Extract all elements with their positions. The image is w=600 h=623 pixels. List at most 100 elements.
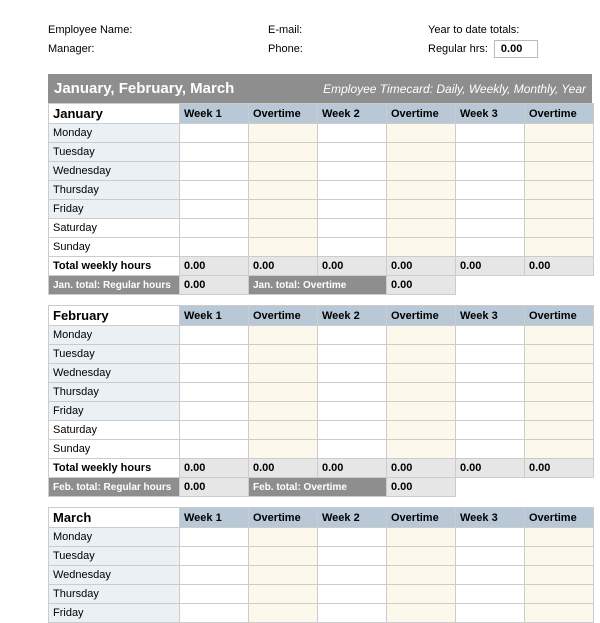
cell-input[interactable] <box>318 326 387 345</box>
cell-input[interactable] <box>387 238 456 257</box>
cell-input[interactable] <box>249 547 318 566</box>
cell-input[interactable] <box>387 566 456 585</box>
cell-input[interactable] <box>318 200 387 219</box>
cell-input[interactable] <box>249 124 318 143</box>
cell-input[interactable] <box>387 219 456 238</box>
cell-input[interactable] <box>249 345 318 364</box>
cell-input[interactable] <box>525 143 594 162</box>
cell-input[interactable] <box>318 219 387 238</box>
cell-input[interactable] <box>387 162 456 181</box>
cell-input[interactable] <box>387 143 456 162</box>
cell-input[interactable] <box>387 604 456 623</box>
cell-input[interactable] <box>525 219 594 238</box>
cell-input[interactable] <box>525 402 594 421</box>
cell-input[interactable] <box>525 585 594 604</box>
cell-input[interactable] <box>318 124 387 143</box>
cell-input[interactable] <box>249 219 318 238</box>
cell-input[interactable] <box>318 402 387 421</box>
cell-input[interactable] <box>180 566 249 585</box>
cell-input[interactable] <box>525 364 594 383</box>
cell-input[interactable] <box>180 200 249 219</box>
cell-input[interactable] <box>180 143 249 162</box>
cell-input[interactable] <box>180 402 249 421</box>
cell-input[interactable] <box>387 528 456 547</box>
cell-input[interactable] <box>387 421 456 440</box>
cell-input[interactable] <box>456 162 525 181</box>
cell-input[interactable] <box>525 440 594 459</box>
regular-hrs-value[interactable]: 0.00 <box>494 40 538 58</box>
cell-input[interactable] <box>387 383 456 402</box>
cell-input[interactable] <box>387 345 456 364</box>
cell-input[interactable] <box>456 143 525 162</box>
cell-input[interactable] <box>318 345 387 364</box>
cell-input[interactable] <box>180 440 249 459</box>
cell-input[interactable] <box>249 200 318 219</box>
cell-input[interactable] <box>180 181 249 200</box>
cell-input[interactable] <box>249 364 318 383</box>
cell-input[interactable] <box>456 528 525 547</box>
cell-input[interactable] <box>387 402 456 421</box>
cell-input[interactable] <box>525 547 594 566</box>
cell-input[interactable] <box>525 383 594 402</box>
cell-input[interactable] <box>456 440 525 459</box>
cell-input[interactable] <box>456 585 525 604</box>
cell-input[interactable] <box>180 528 249 547</box>
cell-input[interactable] <box>525 200 594 219</box>
cell-input[interactable] <box>525 238 594 257</box>
cell-input[interactable] <box>318 181 387 200</box>
cell-input[interactable] <box>525 421 594 440</box>
cell-input[interactable] <box>249 238 318 257</box>
cell-input[interactable] <box>180 604 249 623</box>
cell-input[interactable] <box>180 383 249 402</box>
cell-input[interactable] <box>525 326 594 345</box>
cell-input[interactable] <box>318 162 387 181</box>
cell-input[interactable] <box>456 402 525 421</box>
cell-input[interactable] <box>525 345 594 364</box>
cell-input[interactable] <box>456 604 525 623</box>
cell-input[interactable] <box>387 181 456 200</box>
cell-input[interactable] <box>456 364 525 383</box>
cell-input[interactable] <box>525 528 594 547</box>
cell-input[interactable] <box>387 326 456 345</box>
cell-input[interactable] <box>525 162 594 181</box>
cell-input[interactable] <box>456 383 525 402</box>
cell-input[interactable] <box>249 383 318 402</box>
cell-input[interactable] <box>525 566 594 585</box>
cell-input[interactable] <box>387 124 456 143</box>
cell-input[interactable] <box>456 345 525 364</box>
cell-input[interactable] <box>318 604 387 623</box>
cell-input[interactable] <box>525 181 594 200</box>
cell-input[interactable] <box>180 219 249 238</box>
cell-input[interactable] <box>456 238 525 257</box>
cell-input[interactable] <box>249 162 318 181</box>
cell-input[interactable] <box>249 585 318 604</box>
cell-input[interactable] <box>318 528 387 547</box>
cell-input[interactable] <box>456 200 525 219</box>
cell-input[interactable] <box>456 421 525 440</box>
cell-input[interactable] <box>180 238 249 257</box>
cell-input[interactable] <box>387 585 456 604</box>
cell-input[interactable] <box>180 364 249 383</box>
cell-input[interactable] <box>249 604 318 623</box>
cell-input[interactable] <box>318 547 387 566</box>
cell-input[interactable] <box>387 547 456 566</box>
cell-input[interactable] <box>525 124 594 143</box>
cell-input[interactable] <box>387 364 456 383</box>
cell-input[interactable] <box>318 143 387 162</box>
cell-input[interactable] <box>249 402 318 421</box>
cell-input[interactable] <box>180 547 249 566</box>
cell-input[interactable] <box>456 124 525 143</box>
cell-input[interactable] <box>249 181 318 200</box>
cell-input[interactable] <box>525 604 594 623</box>
cell-input[interactable] <box>318 238 387 257</box>
cell-input[interactable] <box>249 528 318 547</box>
cell-input[interactable] <box>249 421 318 440</box>
cell-input[interactable] <box>249 143 318 162</box>
cell-input[interactable] <box>456 566 525 585</box>
cell-input[interactable] <box>249 566 318 585</box>
cell-input[interactable] <box>387 200 456 219</box>
cell-input[interactable] <box>318 585 387 604</box>
cell-input[interactable] <box>318 383 387 402</box>
cell-input[interactable] <box>180 585 249 604</box>
cell-input[interactable] <box>180 162 249 181</box>
